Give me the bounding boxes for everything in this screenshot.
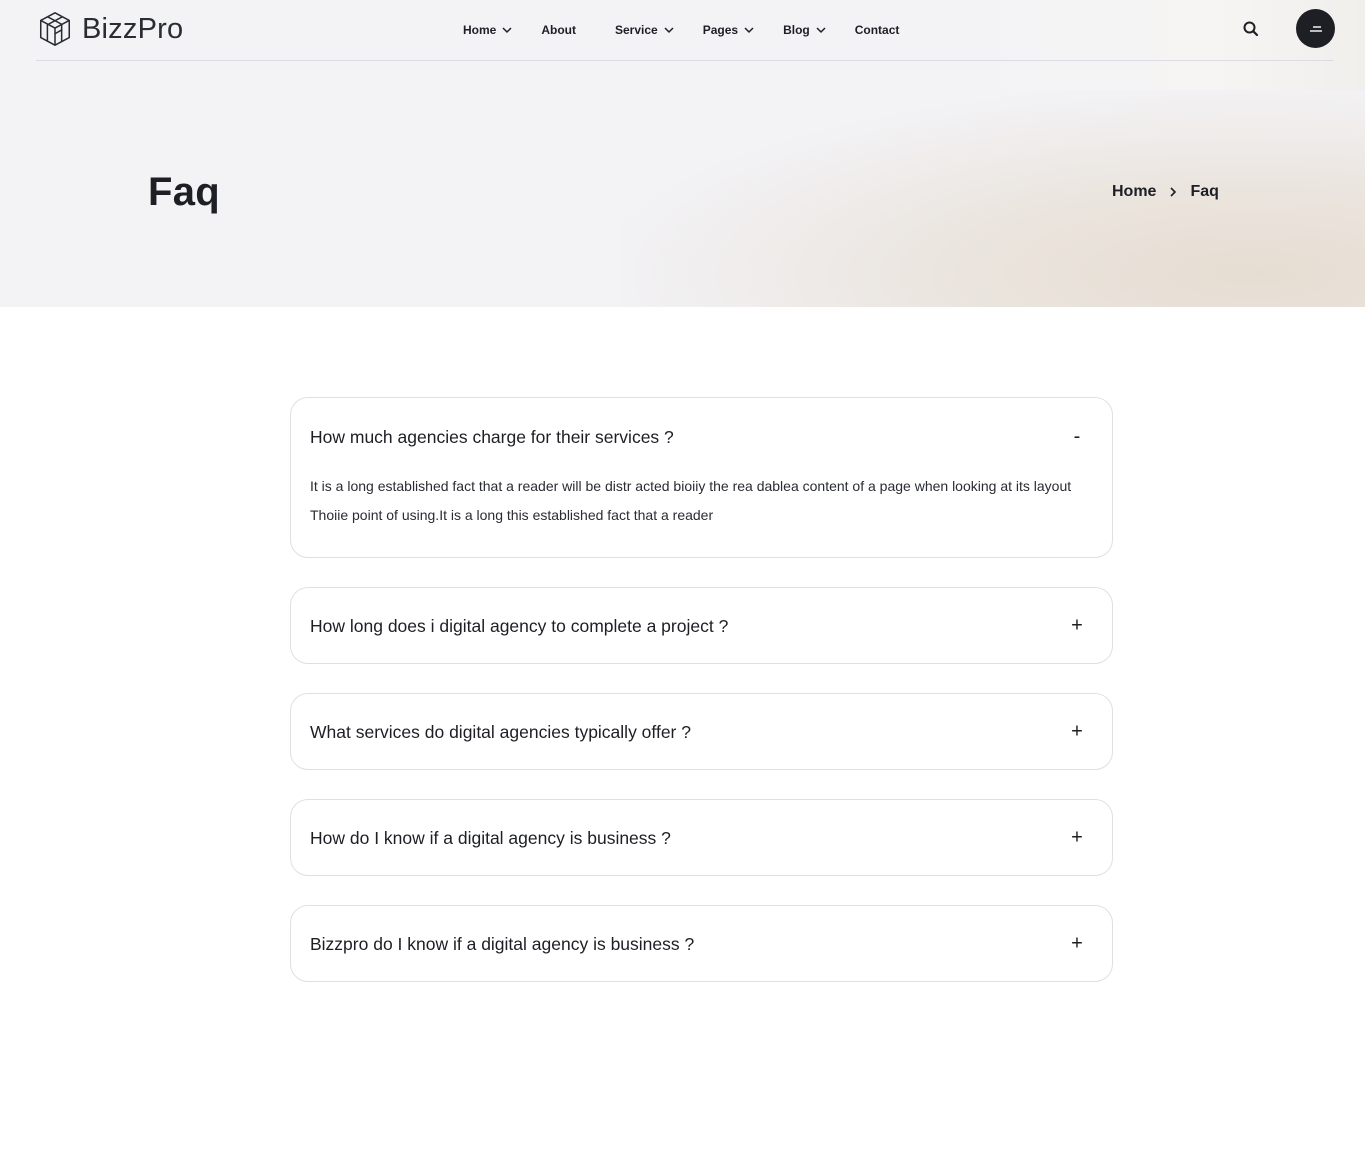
chevron-down-icon [816,27,826,34]
brand-name: BizzPro [82,12,184,45]
collapse-icon[interactable]: - [1068,426,1086,449]
search-button[interactable] [1242,20,1260,38]
faq-question-toggle[interactable]: What services do digital agencies typica… [291,694,1112,770]
nav-item-service[interactable]: Service [615,19,674,41]
faq-item: How long does i digital agency to comple… [290,587,1113,664]
nav-item-label: Home [463,23,497,37]
expand-icon[interactable]: + [1068,827,1086,850]
logo-cube-icon [39,12,71,46]
chevron-down-icon [502,27,512,34]
breadcrumb-home-link[interactable]: Home [1112,183,1156,201]
page-hero: BizzPro Home About Service Pages Blog Co… [0,0,1365,307]
hero-background-glow [620,90,1365,307]
expand-icon[interactable]: + [1068,615,1086,638]
faq-question: How much agencies charge for their servi… [310,426,674,447]
nav-item-label: Pages [702,23,739,37]
faq-question-toggle[interactable]: How do I know if a digital agency is bus… [291,800,1112,876]
nav-item-blog[interactable]: Blog [783,19,826,41]
expand-icon[interactable]: + [1068,933,1086,956]
faq-question: How do I know if a digital agency is bus… [310,827,671,848]
faq-question-toggle[interactable]: Bizzpro do I know if a digital agency is… [291,906,1112,982]
faq-question-toggle[interactable]: How long does i digital agency to comple… [291,588,1112,664]
nav-item-contact[interactable]: Contact [855,19,900,41]
nav-item-home[interactable]: Home [463,19,512,41]
chevron-down-icon [664,27,674,34]
expand-icon[interactable]: + [1068,721,1086,744]
hamburger-menu-icon [1309,25,1322,32]
faq-accordion: How much agencies charge for their servi… [290,397,1113,1011]
faq-item: What services do digital agencies typica… [290,693,1113,770]
breadcrumb: Home Faq [1112,183,1219,201]
chevron-down-icon [744,27,754,34]
faq-question-toggle[interactable]: How much agencies charge for their servi… [291,398,1112,476]
faq-item: How much agencies charge for their servi… [290,397,1113,558]
faq-item: Bizzpro do I know if a digital agency is… [290,905,1113,982]
search-icon [1243,21,1259,37]
nav-item-label: About [541,23,576,37]
nav-item-label: Contact [854,23,900,37]
main-nav: Home About Service Pages Blog Contact [463,19,938,41]
nav-item-about[interactable]: About [541,19,576,41]
chevron-right-icon [1170,187,1177,197]
faq-question: What services do digital agencies typica… [310,721,691,742]
menu-button[interactable] [1296,9,1335,48]
breadcrumb-current: Faq [1190,183,1219,200]
page-title: Faq [148,170,221,214]
nav-item-label: Service [615,23,658,37]
faq-question: How long does i digital agency to comple… [310,615,729,636]
faq-item: How do I know if a digital agency is bus… [290,799,1113,876]
faq-question: Bizzpro do I know if a digital agency is… [310,933,695,954]
faq-answer: It is a long established fact that a rea… [310,478,1072,523]
logo[interactable]: BizzPro [36,9,183,49]
site-header: BizzPro Home About Service Pages Blog Co… [36,0,1335,61]
nav-item-label: Blog [783,23,810,37]
nav-item-pages[interactable]: Pages [703,19,754,41]
